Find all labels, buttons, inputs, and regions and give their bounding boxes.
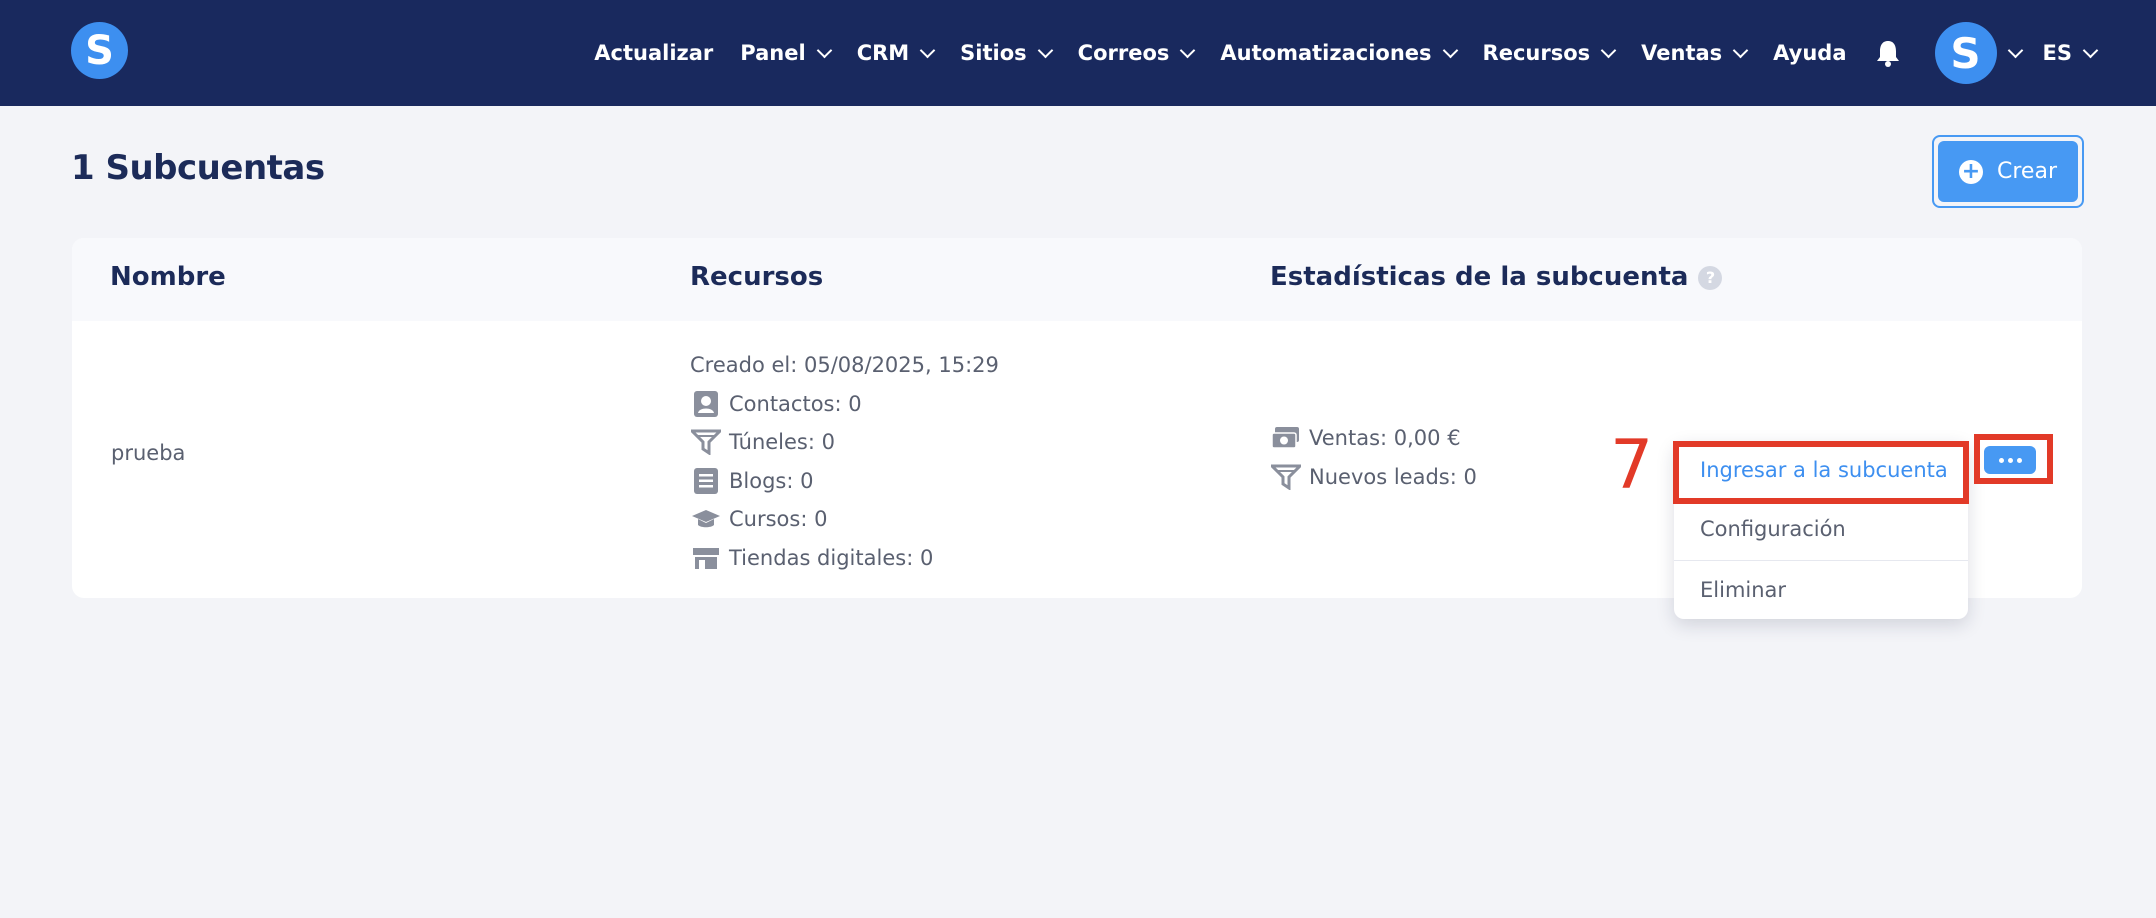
store-icon bbox=[690, 544, 722, 572]
create-button-label: Crear bbox=[1997, 159, 2057, 184]
chevron-down-icon bbox=[919, 42, 936, 58]
more-dots-icon bbox=[1998, 457, 2004, 463]
stat-new-leads: Nuevos leads: 0 bbox=[1270, 458, 1477, 497]
nav-item-label: Automatizaciones bbox=[1220, 41, 1432, 65]
column-header-stats-label: Estadísticas de la subcuenta bbox=[1270, 262, 1689, 292]
resource-label: Contactos: 0 bbox=[729, 391, 862, 416]
language-label: ES bbox=[2042, 41, 2072, 65]
menu-item-enter-subaccount[interactable]: Ingresar a la subcuenta bbox=[1674, 441, 1968, 499]
nav-item-panel[interactable]: Panel bbox=[740, 41, 832, 65]
nav-item-label: CRM bbox=[856, 41, 910, 65]
page-title: 1 Subcuentas bbox=[71, 148, 325, 188]
contact-icon bbox=[690, 390, 722, 418]
nav-item-label: Ventas bbox=[1641, 41, 1723, 65]
chevron-down-icon bbox=[1180, 42, 1196, 58]
created-date-text: Creado el: 05/08/2025, 15:29 bbox=[690, 353, 999, 378]
main-menu: Actualizar Panel CRM Sitios Correos Auto… bbox=[567, 0, 2099, 106]
created-date: Creado el: 05/08/2025, 15:29 bbox=[690, 346, 999, 385]
nav-item-label: Panel bbox=[740, 41, 806, 65]
chevron-down-icon bbox=[2007, 42, 2023, 58]
chevron-down-icon bbox=[2082, 42, 2099, 58]
column-header-name: Nombre bbox=[110, 262, 226, 292]
nav-item-label: Ayuda bbox=[1773, 41, 1847, 65]
language-selector[interactable]: ES bbox=[2042, 41, 2099, 65]
menu-item-settings[interactable]: Configuración bbox=[1674, 500, 1968, 558]
chevron-down-icon bbox=[1600, 42, 1617, 58]
menu-item-label: Ingresar a la subcuenta bbox=[1700, 458, 1948, 482]
row-actions-menu: Ingresar a la subcuenta Configuración El… bbox=[1674, 441, 1968, 619]
graduation-cap-icon bbox=[690, 505, 722, 533]
stats-cell: Ventas: 0,00 € Nuevos leads: 0 bbox=[1270, 419, 1477, 496]
nav-item-label: Correos bbox=[1077, 41, 1170, 65]
nav-item-crm[interactable]: CRM bbox=[856, 41, 936, 65]
plus-icon: + bbox=[1959, 159, 1983, 184]
nav-item-recursos[interactable]: Recursos bbox=[1482, 41, 1617, 65]
top-navigation: S Actualizar Panel CRM Sitios Correos Au… bbox=[0, 0, 2156, 106]
resource-courses: Cursos: 0 bbox=[690, 500, 999, 539]
more-dots-icon bbox=[2016, 457, 2022, 463]
resource-label: Blogs: 0 bbox=[729, 468, 814, 493]
resource-funnels: Túneles: 0 bbox=[690, 423, 999, 462]
funnel-icon bbox=[1270, 463, 1302, 491]
nav-item-ventas[interactable]: Ventas bbox=[1641, 41, 1749, 65]
nav-item-automatizaciones[interactable]: Automatizaciones bbox=[1220, 41, 1458, 65]
avatar: S bbox=[1934, 22, 1997, 84]
chevron-down-icon bbox=[1037, 42, 1053, 58]
create-button[interactable]: + Crear bbox=[1932, 135, 2084, 208]
menu-item-label: Configuración bbox=[1700, 517, 1846, 541]
nav-item-correos[interactable]: Correos bbox=[1077, 41, 1196, 65]
chevron-down-icon bbox=[1732, 42, 1749, 58]
more-dots-icon bbox=[2007, 457, 2013, 463]
stat-sales: Ventas: 0,00 € bbox=[1270, 419, 1477, 458]
step-number: 7 bbox=[1610, 426, 1654, 505]
document-icon bbox=[690, 467, 722, 495]
column-header-stats: Estadísticas de la subcuenta? bbox=[1270, 262, 1723, 292]
nav-item-label: Actualizar bbox=[594, 41, 714, 65]
resource-contacts: Contactos: 0 bbox=[690, 385, 999, 424]
bell-icon[interactable] bbox=[1875, 38, 1903, 68]
create-button-inner: + Crear bbox=[1938, 141, 2078, 202]
resource-stores: Tiendas digitales: 0 bbox=[690, 539, 999, 578]
column-header-resources: Recursos bbox=[690, 262, 824, 292]
money-icon bbox=[1270, 424, 1302, 452]
more-actions-button[interactable] bbox=[1984, 446, 2036, 474]
table-header: Nombre Recursos Estadísticas de la subcu… bbox=[72, 238, 2082, 321]
nav-item-label: Recursos bbox=[1482, 41, 1591, 65]
account-menu[interactable]: S bbox=[1934, 22, 2023, 84]
nav-item-actualizar[interactable]: Actualizar bbox=[594, 41, 713, 65]
nav-item-sitios[interactable]: Sitios bbox=[960, 41, 1053, 65]
resource-label: Túneles: 0 bbox=[729, 430, 835, 455]
chevron-down-icon bbox=[816, 42, 832, 58]
nav-item-label: Sitios bbox=[960, 41, 1027, 65]
resource-label: Tiendas digitales: 0 bbox=[729, 545, 934, 570]
resource-label: Cursos: 0 bbox=[729, 507, 828, 532]
menu-item-label: Eliminar bbox=[1700, 578, 1787, 602]
stat-label: Nuevos leads: 0 bbox=[1309, 464, 1477, 489]
help-icon[interactable]: ? bbox=[1698, 265, 1723, 290]
chevron-down-icon bbox=[1442, 42, 1458, 58]
resource-blogs: Blogs: 0 bbox=[690, 462, 999, 501]
nav-item-ayuda[interactable]: Ayuda bbox=[1773, 41, 1846, 65]
resources-cell: Creado el: 05/08/2025, 15:29 Contactos: … bbox=[690, 346, 999, 577]
menu-item-delete[interactable]: Eliminar bbox=[1674, 561, 1968, 619]
logo[interactable]: S bbox=[71, 22, 128, 79]
stat-label: Ventas: 0,00 € bbox=[1309, 426, 1461, 451]
funnel-icon bbox=[690, 428, 722, 456]
subaccount-name: prueba bbox=[111, 441, 186, 465]
